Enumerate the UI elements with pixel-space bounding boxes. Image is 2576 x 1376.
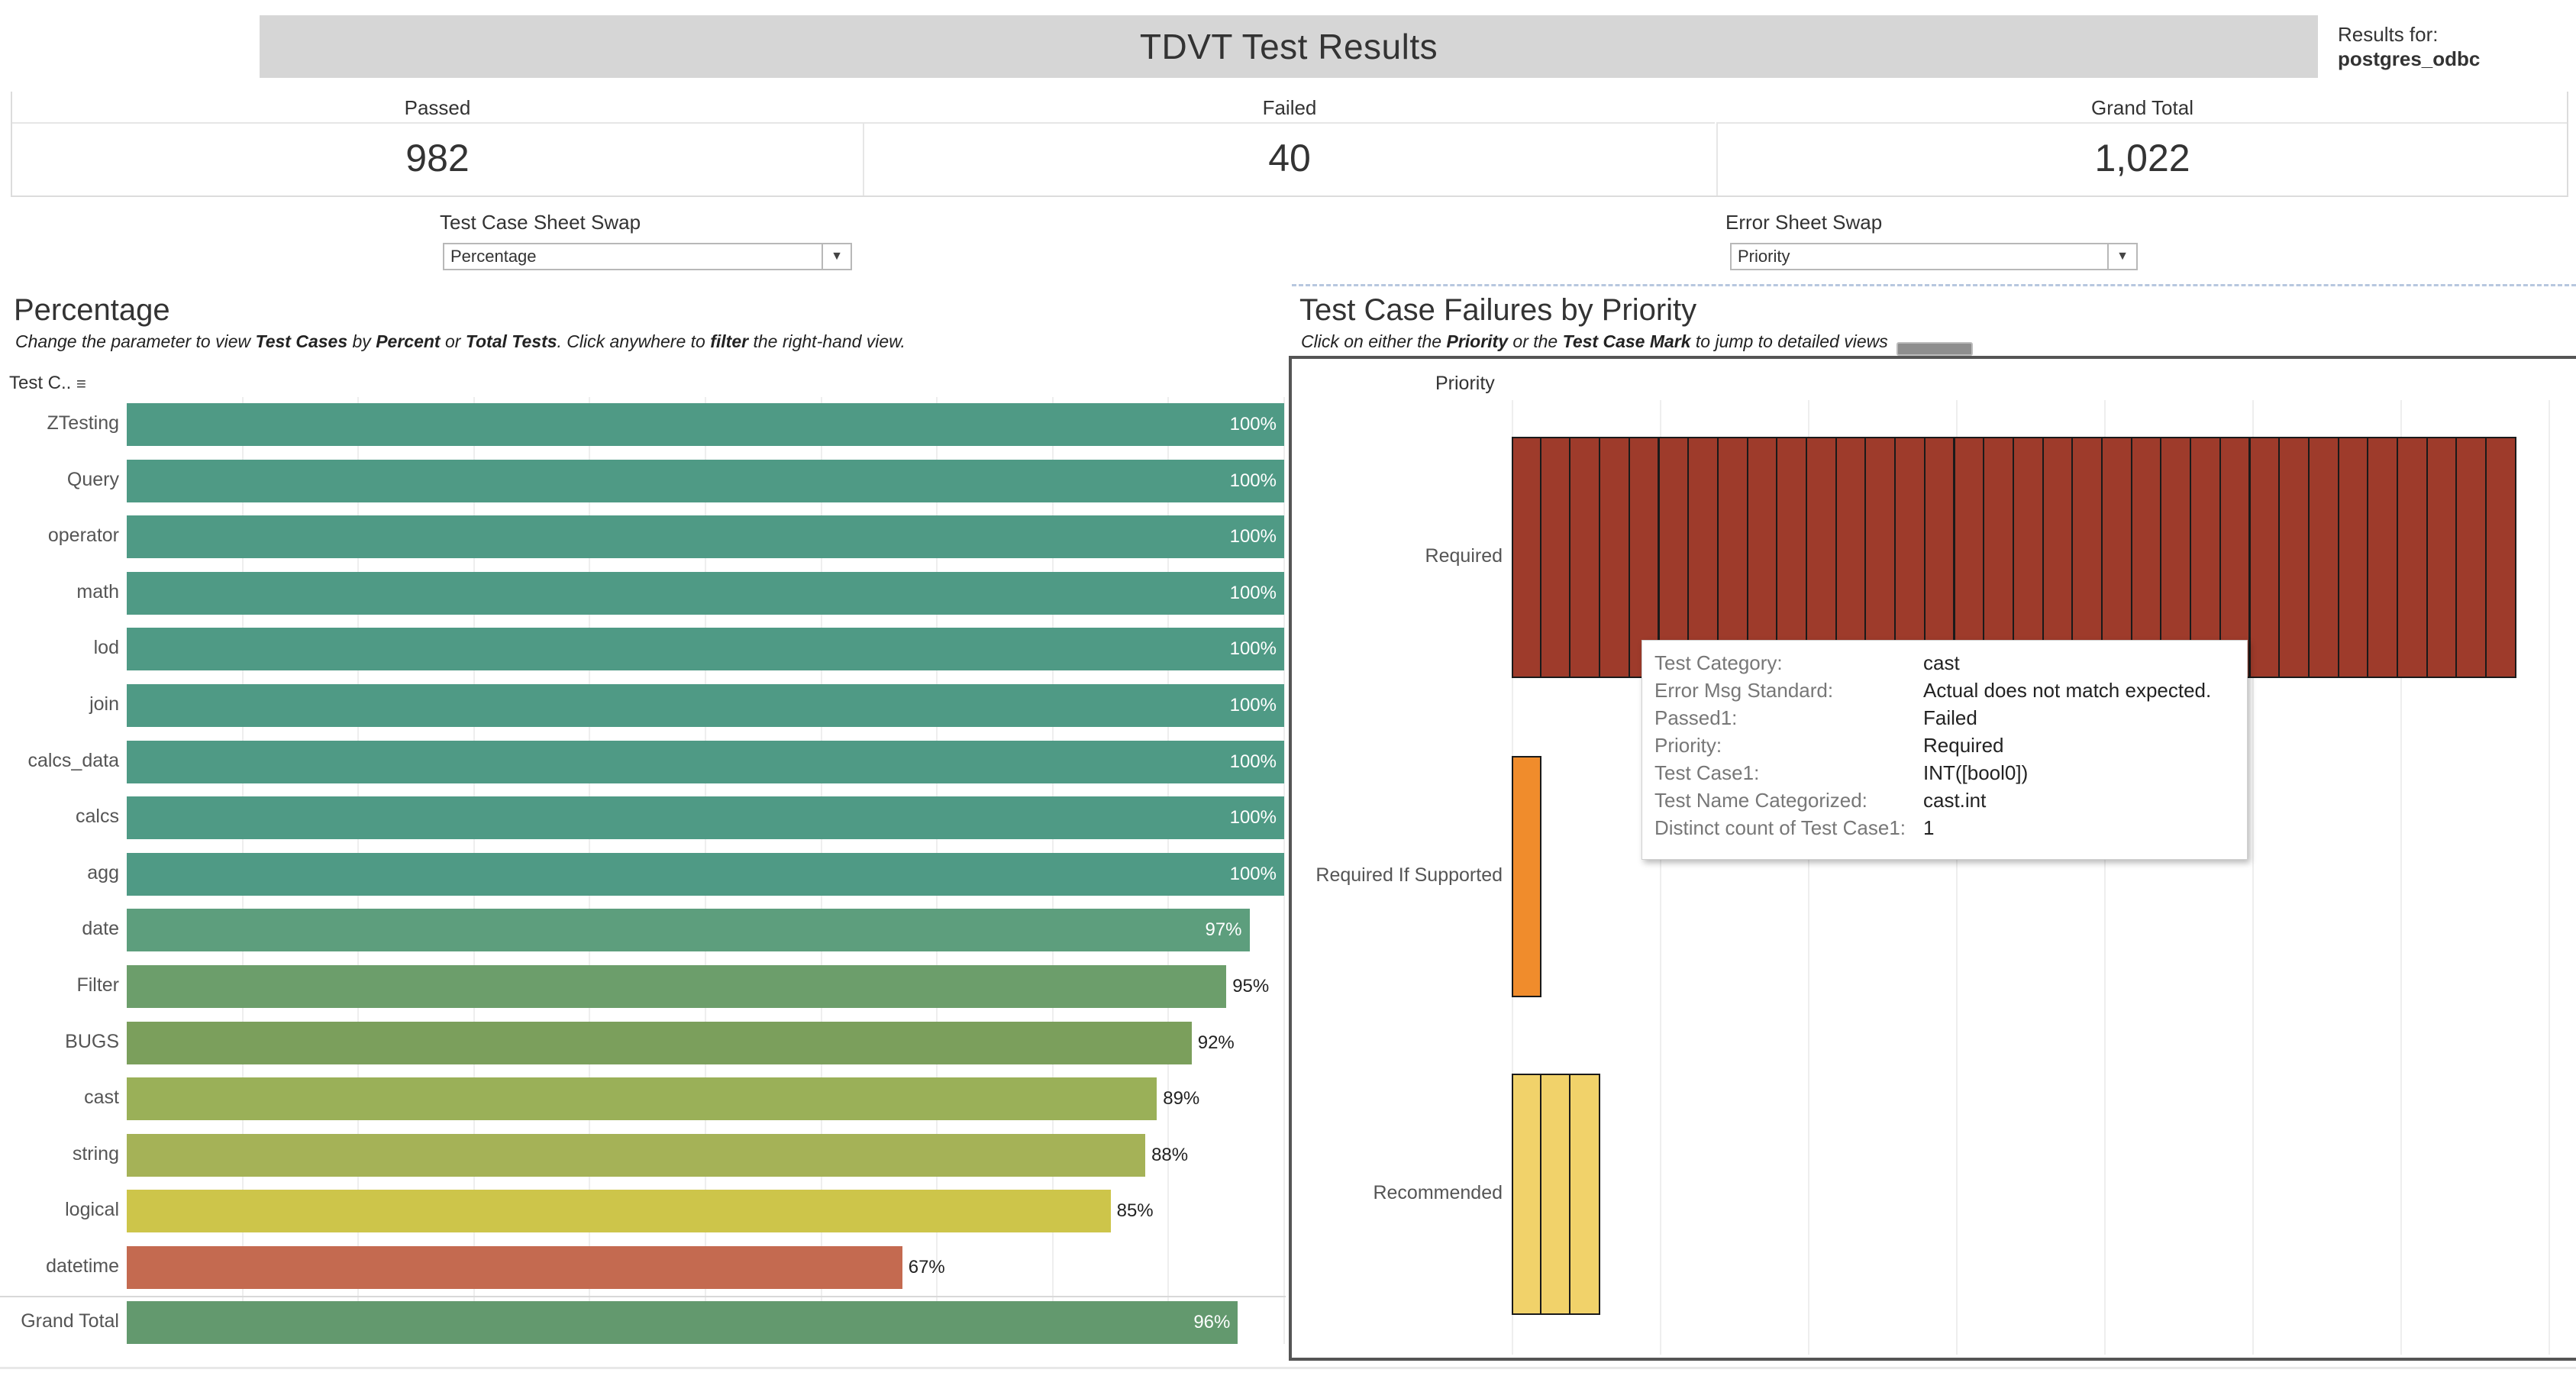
gridline [2549,400,2550,1355]
test-case-mark[interactable] [2485,437,2516,678]
test-case-mark[interactable] [2426,437,2458,678]
test-case-mark[interactable] [2307,437,2339,678]
test-case-mark[interactable] [1512,437,1541,678]
tooltip-key: Test Category: [1654,651,1783,674]
tooltip-row: Distinct count of Test Case1: 1 [1654,816,2242,844]
tooltip-value: Failed [1923,706,1977,729]
tooltip-value: 1 [1923,816,1935,839]
test-case-mark[interactable] [2337,437,2369,678]
tooltip-value: INT([bool0]) [1923,761,2029,784]
tooltip-value: cast [1923,651,1960,674]
test-case-mark[interactable] [2278,437,2310,678]
test-case-mark[interactable] [1569,1074,1601,1315]
mark-tooltip: Test Category: cast Error Msg Standard: Act… [1641,640,2248,860]
test-case-mark[interactable] [1539,437,1571,678]
tooltip-key: Distinct count of Test Case1: [1654,816,1906,839]
tooltip-row: Passed1: Failed [1654,706,2242,734]
tooltip-row: Test Case1: INT([bool0]) [1654,761,2242,789]
tooltip-key: Priority: [1654,734,1722,757]
test-case-mark[interactable] [1569,437,1601,678]
tooltip-row: Error Msg Standard: Actual does not match… [1654,679,2242,706]
priority-label-required[interactable]: Required [1289,545,1503,567]
tooltip-key: Test Case1: [1654,761,1760,784]
tooltip-row: Test Name Categorized: cast.int [1654,789,2242,816]
bottom-divider [0,1367,2576,1369]
test-case-mark[interactable] [2367,437,2398,678]
tooltip-row: Test Category: cast [1654,651,2242,679]
test-case-mark[interactable] [1512,756,1541,997]
tooltip-key: Error Msg Standard: [1654,679,1834,702]
test-case-mark[interactable] [1539,1074,1571,1315]
tooltip-value: cast.int [1923,789,1987,812]
tooltip-row: Priority: Required [1654,734,2242,761]
priority-label-recommended[interactable]: Recommended [1289,1182,1503,1204]
tooltip-key: Passed1: [1654,706,1738,729]
tooltip-value: Actual does not match expected. [1923,679,2212,702]
test-case-mark[interactable] [2455,437,2487,678]
test-case-mark[interactable] [2248,437,2281,678]
test-case-mark[interactable] [2397,437,2428,678]
test-case-mark[interactable] [1599,437,1630,678]
test-case-mark[interactable] [1512,1074,1541,1315]
tooltip-value: Required [1923,734,2004,757]
priority-label-required-if-supported[interactable]: Required If Supported [1289,864,1503,887]
tooltip-key: Test Name Categorized: [1654,789,1867,812]
